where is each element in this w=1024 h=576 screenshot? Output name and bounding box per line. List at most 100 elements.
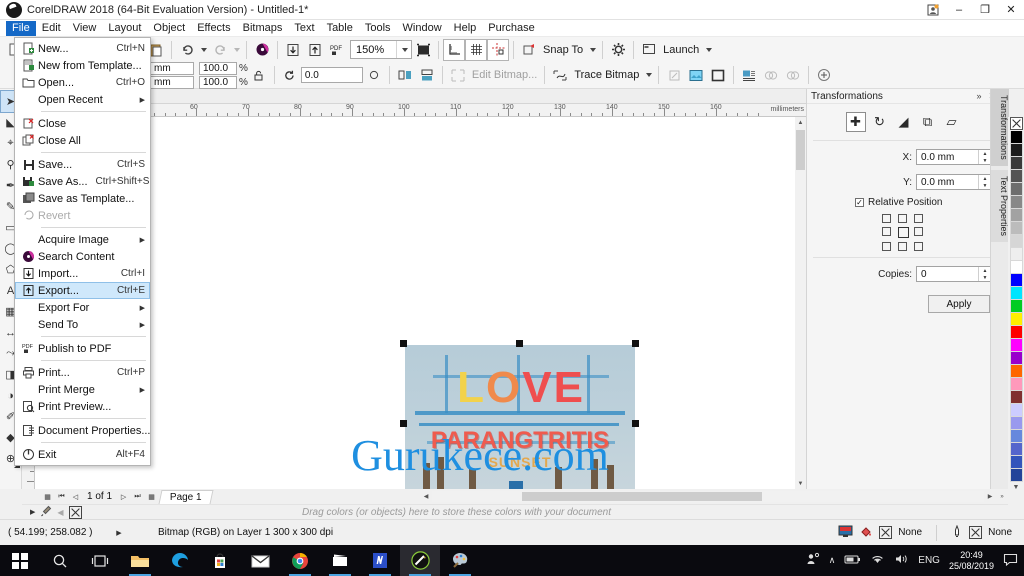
- relative-position-checkbox[interactable]: ✓: [855, 198, 864, 207]
- canvas-horizontal-scrollbar[interactable]: ◀ ▶ »: [420, 489, 1008, 504]
- microsoft-store-button[interactable]: [200, 545, 240, 576]
- outline-pen-icon[interactable]: [951, 524, 963, 541]
- anchor-point[interactable]: [881, 227, 891, 236]
- selection-handle[interactable]: [632, 420, 639, 427]
- chrome-button[interactable]: [280, 545, 320, 576]
- scale-mirror-transform-icon[interactable]: ◢: [894, 112, 914, 132]
- palette-prev-icon[interactable]: ◀: [57, 508, 63, 517]
- scroll-right-icon[interactable]: ▶: [984, 491, 996, 503]
- previous-page-button[interactable]: ◁: [70, 491, 81, 502]
- rotate-transform-icon[interactable]: ↻: [870, 112, 890, 132]
- anchor-point[interactable]: [897, 227, 909, 238]
- menu-help[interactable]: Help: [448, 21, 483, 36]
- restore-button[interactable]: ❐: [972, 0, 998, 20]
- file-menu-item-open-recent[interactable]: Open Recent ▶: [15, 91, 150, 108]
- zoom-level-combo[interactable]: 150%: [350, 40, 412, 59]
- selection-handle[interactable]: [400, 340, 407, 347]
- color-swatch[interactable]: [1009, 131, 1023, 144]
- show-rulers-icon[interactable]: [443, 38, 465, 61]
- add-page-end-icon[interactable]: ▦: [146, 491, 157, 502]
- color-palette[interactable]: ▼: [1008, 117, 1024, 522]
- people-icon[interactable]: [806, 552, 820, 569]
- file-menu-item-exit[interactable]: Exit Alt+F4: [15, 446, 150, 463]
- publish-pdf-icon[interactable]: PDF: [326, 39, 348, 61]
- skew-transform-icon[interactable]: ▱: [942, 112, 962, 132]
- menu-effects[interactable]: Effects: [191, 21, 236, 36]
- color-swatch[interactable]: [1009, 222, 1023, 235]
- fill-none-swatch[interactable]: [879, 526, 893, 539]
- menu-object[interactable]: Object: [147, 21, 191, 36]
- volume-icon[interactable]: [894, 553, 909, 568]
- bitmap-color-mask-icon[interactable]: [685, 64, 707, 86]
- zoom-dropdown-icon[interactable]: [396, 41, 411, 58]
- rotation-angle-icon[interactable]: [279, 64, 301, 86]
- color-swatch[interactable]: [1009, 391, 1023, 404]
- page-tab[interactable]: Page 1: [158, 489, 214, 504]
- color-swatch[interactable]: [1009, 300, 1023, 313]
- wifi-icon[interactable]: [870, 553, 885, 568]
- undo-icon[interactable]: [176, 39, 198, 61]
- color-swatch[interactable]: [1009, 443, 1023, 456]
- file-menu-item-import[interactable]: Import... Ctrl+I: [15, 265, 150, 282]
- launch-label[interactable]: Launch: [660, 44, 702, 56]
- wps-button[interactable]: [360, 545, 400, 576]
- color-swatch[interactable]: [1009, 235, 1023, 248]
- scroll-right-fast-icon[interactable]: »: [996, 491, 1008, 503]
- redo-dropdown-icon[interactable]: [231, 39, 242, 61]
- docker-tab-text-properties[interactable]: Text Properties: [991, 169, 1009, 242]
- color-proof-icon[interactable]: [838, 525, 853, 541]
- wrap-text-icon[interactable]: [738, 64, 760, 86]
- options-gear-icon[interactable]: [607, 39, 629, 61]
- menu-edit[interactable]: Edit: [36, 21, 67, 36]
- launch-dropdown-icon[interactable]: [702, 39, 714, 61]
- color-swatch[interactable]: [1009, 378, 1023, 391]
- horizontal-scroll-thumb[interactable]: [522, 492, 762, 501]
- menu-tools[interactable]: Tools: [359, 21, 397, 36]
- scroll-down-icon[interactable]: ▼: [795, 478, 806, 489]
- no-color-document-swatch[interactable]: [68, 505, 82, 519]
- show-grid-icon[interactable]: [465, 38, 487, 61]
- copies-input[interactable]: 0 ▲ ▼: [916, 266, 992, 282]
- horizontal-scroll-track[interactable]: [432, 491, 984, 502]
- show-hidden-icons-button[interactable]: ∧: [829, 555, 836, 566]
- undo-dropdown-icon[interactable]: [198, 39, 209, 61]
- anchor-point[interactable]: [913, 227, 923, 236]
- color-swatch[interactable]: [1009, 313, 1023, 326]
- size-transform-icon[interactable]: ⧉: [918, 112, 938, 132]
- file-menu-item-close[interactable]: Close: [15, 115, 150, 132]
- docker-tab-transformations[interactable]: Transformations: [991, 89, 1009, 166]
- file-menu-item-export[interactable]: Export... Ctrl+E: [15, 282, 150, 299]
- file-menu-item-save[interactable]: Save... Ctrl+S: [15, 156, 150, 173]
- docker-collapse-icon[interactable]: »: [976, 91, 981, 102]
- add-plus-icon[interactable]: [813, 64, 835, 86]
- file-menu-item-new[interactable]: New... Ctrl+N: [15, 40, 150, 57]
- scale-x-field[interactable]: 100.0: [199, 61, 237, 75]
- color-swatch[interactable]: [1009, 430, 1023, 443]
- file-menu-item-save-as-template[interactable]: Save as Template...: [15, 190, 150, 207]
- file-menu-item-publish-to-pdf[interactable]: PDF Publish to PDF: [15, 340, 150, 357]
- file-menu-item-save-as[interactable]: Save As... Ctrl+Shift+S: [15, 173, 150, 190]
- menu-file[interactable]: File: [6, 20, 36, 36]
- start-button[interactable]: [0, 545, 40, 576]
- color-swatch[interactable]: [1009, 469, 1023, 482]
- battery-icon[interactable]: [844, 554, 861, 568]
- clock[interactable]: 20:49 25/08/2019: [949, 550, 994, 572]
- coreldraw-button[interactable]: [400, 545, 440, 576]
- bitmap-border-icon[interactable]: [707, 64, 729, 86]
- color-swatch[interactable]: [1009, 209, 1023, 222]
- color-swatch[interactable]: [1009, 183, 1023, 196]
- search-content-icon[interactable]: [251, 39, 273, 61]
- snap-to-dropdown-icon[interactable]: [586, 39, 598, 61]
- last-page-button[interactable]: ⏭: [132, 491, 143, 502]
- menu-layout[interactable]: Layout: [102, 21, 147, 36]
- y-position-input[interactable]: 0.0 mm ▲ ▼: [916, 174, 992, 190]
- mirror-horizontal-icon[interactable]: [394, 64, 416, 86]
- mail-button[interactable]: [240, 545, 280, 576]
- file-menu-item-document-properties[interactable]: Document Properties...: [15, 422, 151, 439]
- anchor-point[interactable]: [913, 214, 923, 223]
- rotation-field[interactable]: 0.0: [300, 67, 363, 83]
- anchor-point[interactable]: [897, 242, 907, 251]
- task-view-button[interactable]: [80, 545, 120, 576]
- color-swatch[interactable]: [1009, 287, 1023, 300]
- no-color-swatch[interactable]: [1009, 117, 1023, 130]
